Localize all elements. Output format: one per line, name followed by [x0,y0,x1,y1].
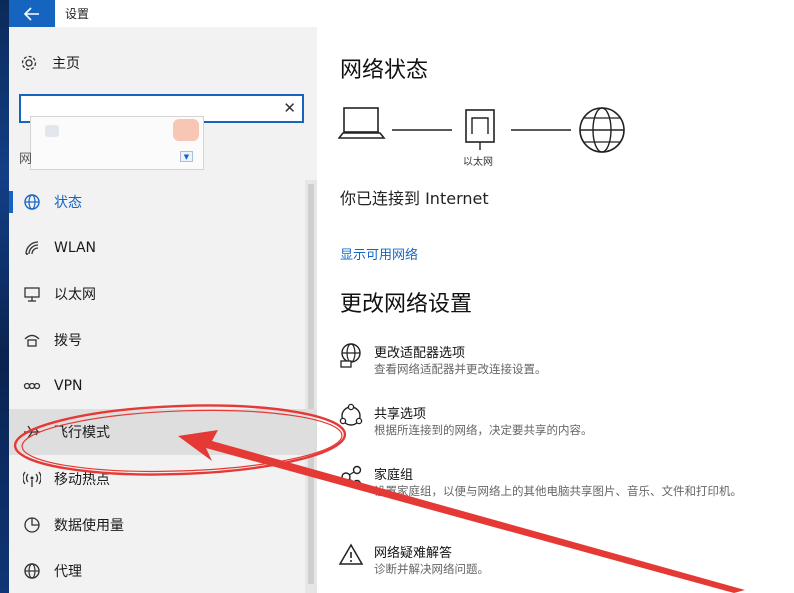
sidebar-item-label: 数据使用量 [54,518,124,534]
sidebar-item-dialup[interactable]: 拨号 [9,317,305,363]
pie-chart-icon [23,516,41,534]
sidebar-item-mobile-hotspot[interactable]: 移动热点 [9,456,305,502]
arrow-left-icon [24,6,39,21]
sidebar-item-label: 拨号 [54,333,82,349]
blurred-region [173,119,199,141]
sidebar-item-wlan[interactable]: WLAN [9,225,305,271]
laptop-icon [338,107,386,139]
blurred-region [45,125,59,137]
option-description: 根据所连接到的网络，决定要共享的内容。 [374,423,593,437]
sidebar-item-label: 飞行模式 [54,425,110,441]
option-description: 查看网络适配器并更改连接设置。 [374,362,547,376]
option-title: 更改适配器选项 [374,346,466,361]
sidebar-item-ethernet[interactable]: 以太网 [9,271,305,317]
close-icon[interactable]: ✕ [283,99,296,117]
hotspot-icon [23,470,41,488]
connection-status-text: 你已连接到 Internet [340,189,489,208]
chevron-down-icon[interactable]: ▼ [180,151,193,162]
sidebar-item-label: VPN [54,378,83,394]
sidebar-item-label: 移动热点 [54,472,110,488]
back-button[interactable] [9,0,55,27]
sidebar-scrollbar[interactable] [305,180,317,593]
sidebar-item-status[interactable]: 状态 [9,179,305,225]
sidebar-item-airplane-mode[interactable]: 飞行模式 [9,409,317,455]
ethernet-icon [23,285,41,303]
sidebar-item-data-usage[interactable]: 数据使用量 [9,502,305,548]
warning-icon [338,543,364,565]
option-title: 网络疑难解答 [374,546,453,561]
ethernet-port-icon [465,109,495,150]
gear-icon [20,54,38,72]
globe-icon [23,562,41,580]
vpn-icon [23,377,41,395]
network-name-label: 以太网 [463,157,493,168]
network-diagram [338,107,625,153]
sidebar-item-vpn[interactable]: VPN [9,363,305,409]
sidebar-item-label: WLAN [54,240,97,256]
sidebar-item-proxy[interactable]: 代理 [9,548,305,593]
share-network-icon [339,403,363,426]
show-networks-link[interactable]: 显示可用网络 [340,244,418,263]
internet-globe-icon [579,107,625,153]
adapter-globe-icon [340,343,361,368]
dialup-icon [23,331,41,349]
title-bar [9,0,794,27]
page-title: 网络状态 [340,58,429,83]
sidebar-item-home[interactable]: 主页 [20,52,80,74]
wifi-icon [23,239,41,257]
option-description: 设置家庭组，以便与网络上的其他电脑共享图片、音乐、文件和打印机。 [374,484,742,498]
home-label: 主页 [52,56,80,72]
section-heading: 网 [19,152,33,167]
sidebar-item-label: 代理 [54,564,82,580]
sidebar-item-label: 状态 [54,195,82,211]
sidebar-item-label: 以太网 [54,287,96,303]
option-description: 诊断并解决网络问题。 [374,562,489,576]
desktop-background [0,0,9,593]
window-title: 设置 [65,7,90,21]
homegroup-icon [341,465,362,489]
globe-icon [23,193,41,211]
option-title: 共享选项 [374,407,427,422]
section-title: 更改网络设置 [340,292,473,317]
airplane-icon [23,423,41,441]
scrollbar-thumb[interactable] [308,184,314,584]
ime-candidate-popup: ▼ [30,116,204,170]
option-title: 家庭组 [374,468,414,483]
